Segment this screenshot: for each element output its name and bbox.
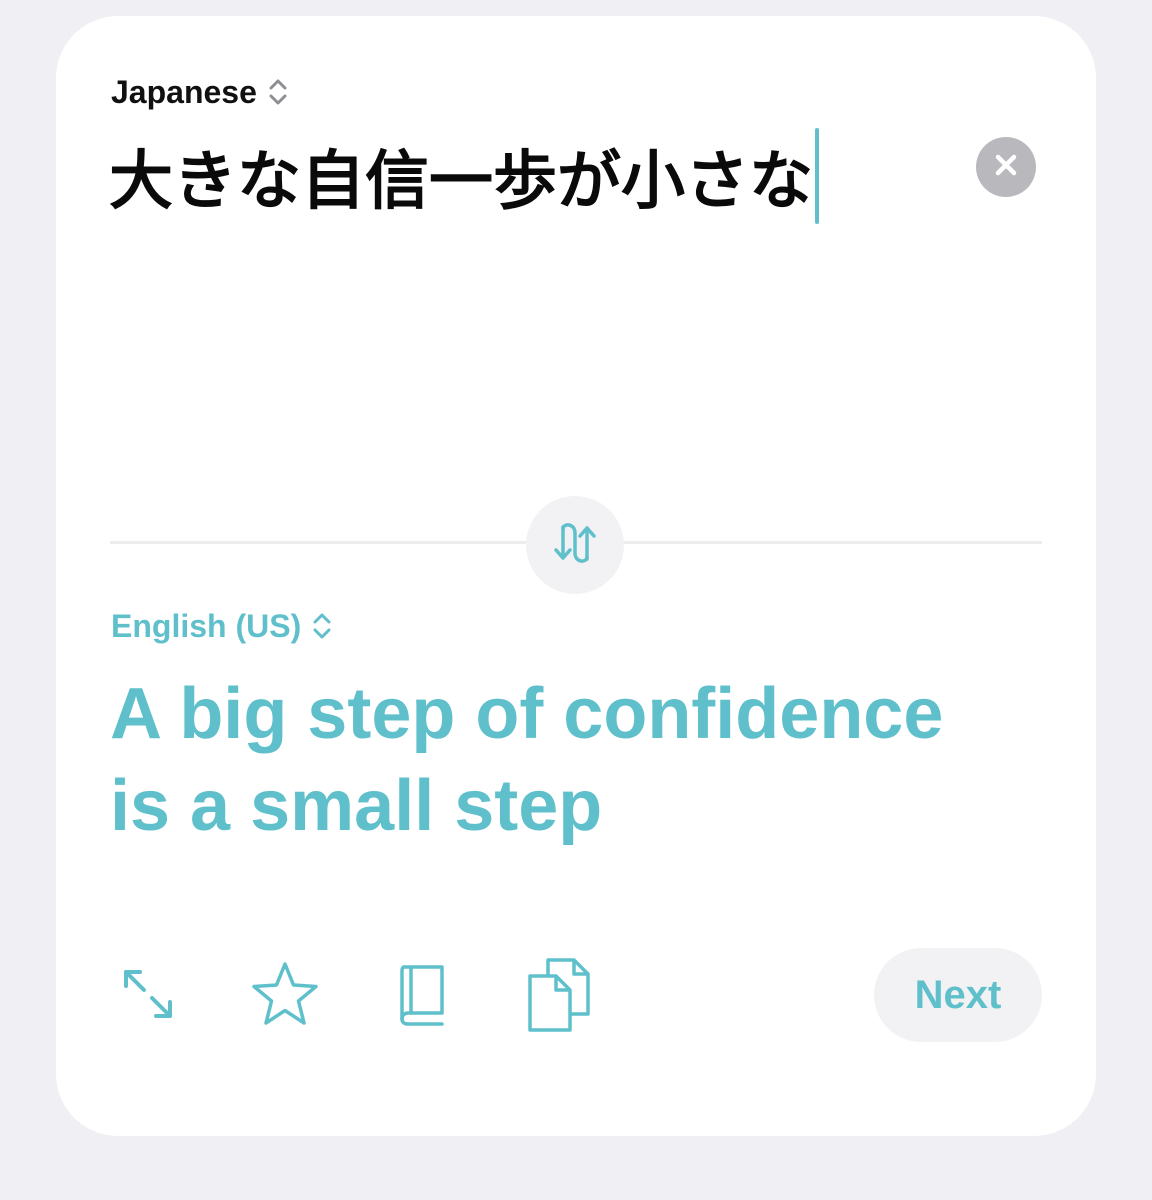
translation-text: A big step of confidence is a small step	[110, 674, 944, 846]
copy-documents-icon[interactable]	[521, 956, 597, 1032]
clear-button[interactable]	[976, 137, 1036, 197]
source-text-field[interactable]: 大きな自信一歩が小さな	[109, 128, 819, 224]
swap-arrows-icon	[551, 519, 599, 572]
chevron-up-down-icon	[311, 610, 333, 642]
action-bar	[110, 956, 597, 1032]
expand-arrows-icon[interactable]	[110, 956, 186, 1032]
xmark-icon	[991, 150, 1021, 185]
source-language-label: Japanese	[111, 73, 257, 110]
next-button[interactable]: Next	[874, 948, 1042, 1042]
swap-languages-button[interactable]	[526, 496, 624, 594]
source-text: 大きな自信一歩が小さな	[109, 145, 813, 219]
source-language-selector[interactable]: Japanese	[111, 72, 289, 112]
text-cursor	[815, 128, 819, 224]
chevron-up-down-icon	[267, 76, 289, 108]
translate-card: Japanese 大きな自信一歩が小さな English (US) A big …	[56, 16, 1096, 1136]
target-language-label: English (US)	[111, 607, 302, 644]
target-language-selector[interactable]: English (US)	[111, 606, 333, 646]
book-icon[interactable]	[384, 956, 460, 1032]
star-icon[interactable]	[247, 956, 323, 1032]
